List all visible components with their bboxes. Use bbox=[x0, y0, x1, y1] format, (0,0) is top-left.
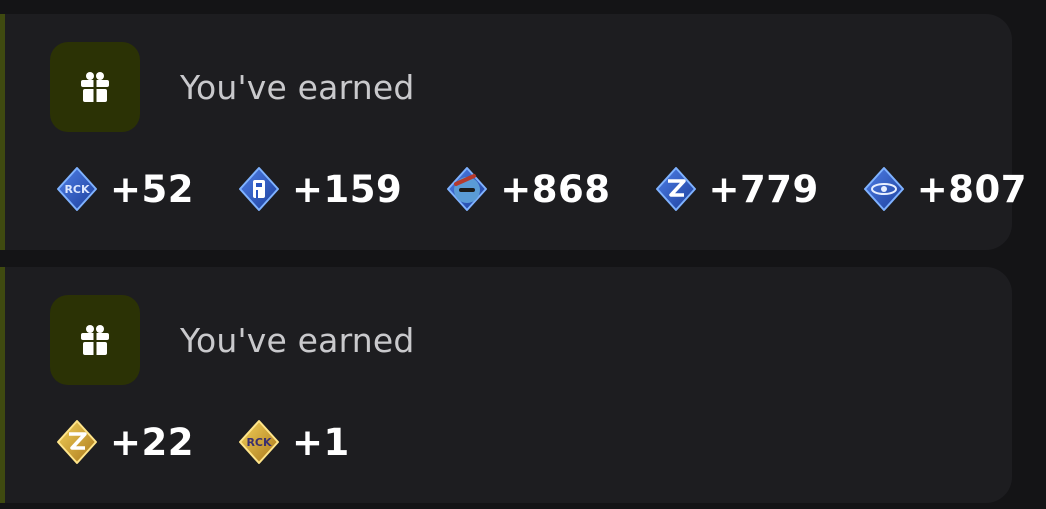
z-bolt-token-icon bbox=[57, 420, 97, 464]
gift-icon bbox=[50, 295, 140, 385]
reward-list: +22 RCK +1 bbox=[50, 415, 388, 469]
reward-item: RCK +52 bbox=[50, 162, 194, 216]
rewards-feed: You've earned RCK +52 +159 +868 +779 +80… bbox=[0, 0, 1046, 509]
reward-item: +807 bbox=[857, 162, 1027, 216]
card-header: You've earned bbox=[50, 42, 415, 132]
reward-amount: +52 bbox=[110, 167, 194, 211]
gift-icon bbox=[50, 42, 140, 132]
reward-amount: +807 bbox=[916, 167, 1027, 211]
pepe-face-token-icon bbox=[447, 167, 488, 211]
r-shield-token-icon bbox=[239, 167, 279, 211]
card-header: You've earned bbox=[50, 295, 415, 385]
earned-card: You've earned RCK +52 +159 +868 +779 +80… bbox=[0, 14, 1026, 250]
earned-headline: You've earned bbox=[180, 320, 415, 360]
earned-headline: You've earned bbox=[180, 67, 415, 107]
reward-item: +779 bbox=[649, 162, 819, 216]
reward-item: +22 bbox=[50, 415, 194, 469]
reward-item: +868 bbox=[440, 162, 610, 216]
svg-text:RCK: RCK bbox=[64, 183, 90, 196]
rck-badge-token-icon: RCK bbox=[239, 420, 279, 464]
reward-item: +159 bbox=[232, 162, 402, 216]
rck-badge-token-icon: RCK bbox=[57, 167, 97, 211]
reward-amount: +868 bbox=[500, 167, 611, 211]
reward-amount: +22 bbox=[110, 420, 194, 464]
z-bolt-token-icon bbox=[655, 167, 696, 211]
reward-amount: +779 bbox=[708, 167, 819, 211]
reward-amount: +159 bbox=[292, 167, 403, 211]
reward-item: RCK +1 bbox=[232, 415, 350, 469]
reward-amount: +1 bbox=[292, 420, 350, 464]
svg-text:RCK: RCK bbox=[246, 436, 272, 449]
ring-orbit-token-icon bbox=[863, 167, 904, 211]
reward-list: RCK +52 +159 +868 +779 +807 bbox=[50, 162, 1046, 216]
earned-card: You've earned +22 RCK +1 bbox=[0, 267, 1012, 503]
